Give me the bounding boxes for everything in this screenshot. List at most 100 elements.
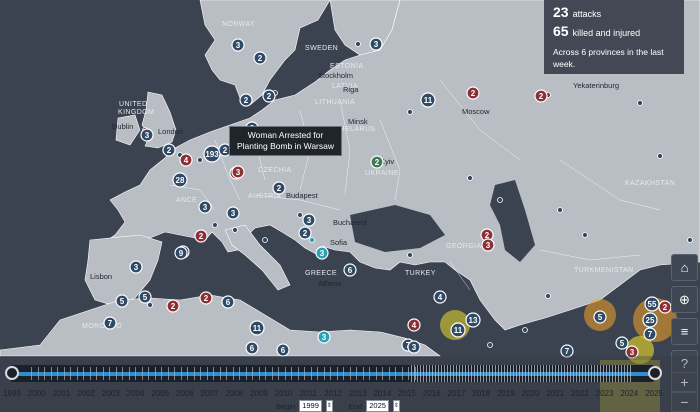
timeline-year[interactable]: 2024 [620, 389, 638, 398]
incident-marker[interactable]: 3 [231, 38, 245, 52]
incident-marker[interactable]: 7 [103, 316, 117, 330]
incident-marker[interactable]: 3 [481, 238, 495, 252]
incident-marker[interactable]: 6 [221, 295, 235, 309]
incident-marker[interactable]: 3 [129, 260, 143, 274]
incident-marker[interactable]: 5 [593, 310, 607, 324]
timeline-tick [310, 367, 312, 380]
marker-count: 3 [412, 343, 417, 352]
incident-marker[interactable]: 2 [298, 226, 312, 240]
timeline-year[interactable]: 2005 [151, 389, 169, 398]
timeline-year[interactable]: 2019 [497, 389, 515, 398]
incident-marker[interactable]: 3 [198, 200, 212, 214]
incident-marker[interactable]: 2 [466, 86, 480, 100]
timeline-year[interactable]: 2013 [349, 389, 367, 398]
incident-marker[interactable]: 2 [658, 300, 672, 314]
incident-marker[interactable]: 13 [465, 312, 481, 328]
incident-marker[interactable]: 2 [253, 51, 267, 65]
incident-marker[interactable]: 2 [166, 299, 180, 313]
incident-marker[interactable]: 193 [203, 145, 221, 163]
timeline-year[interactable]: 2000 [28, 389, 46, 398]
timeline-year[interactable]: 2023 [596, 389, 614, 398]
incident-marker[interactable]: 6 [343, 263, 357, 277]
marker-count: 11 [253, 324, 262, 333]
timeline-year[interactable]: 2020 [522, 389, 540, 398]
timeline-year[interactable]: 2003 [102, 389, 120, 398]
menu-icon[interactable]: ≡ [671, 318, 698, 345]
incident-marker[interactable]: 2 [534, 89, 548, 103]
incident-marker[interactable]: 55 [644, 296, 660, 312]
timeline-track[interactable] [11, 365, 654, 382]
timeline-end-handle[interactable] [648, 366, 662, 380]
incident-marker[interactable]: 3 [226, 206, 240, 220]
marker-count: 2 [223, 146, 228, 155]
incident-marker[interactable]: 2 [272, 181, 286, 195]
incident-marker[interactable]: 3 [315, 246, 329, 260]
incident-marker[interactable]: 5 [115, 294, 129, 308]
timeline-year[interactable]: 2002 [77, 389, 95, 398]
timeline-year[interactable]: 2025 [645, 389, 663, 398]
timeline-year[interactable]: 2009 [250, 389, 268, 398]
label-norway: NORWAY [222, 21, 255, 28]
timeline-tick [109, 367, 110, 380]
home-icon[interactable]: ⌂ [671, 254, 698, 281]
timeline-year[interactable]: 2016 [423, 389, 441, 398]
incident-marker[interactable]: 3 [140, 128, 154, 142]
timeline-year[interactable]: 2001 [52, 389, 70, 398]
incident-marker[interactable]: 11 [450, 322, 466, 338]
begin-input[interactable]: 1999 [299, 400, 322, 412]
incident-marker[interactable]: 6 [245, 341, 259, 355]
timeline-year[interactable]: 2015 [398, 389, 416, 398]
incident-marker[interactable]: 2 [162, 143, 176, 157]
timeline-year[interactable]: 2004 [127, 389, 145, 398]
timeline-year[interactable]: 2007 [201, 389, 219, 398]
timeline-year[interactable]: 2008 [225, 389, 243, 398]
timeline-year[interactable]: 2011 [300, 389, 317, 398]
begin-spinner[interactable]: ⇕ [325, 400, 333, 412]
timeline-year[interactable]: 2012 [324, 389, 342, 398]
incident-marker[interactable]: 3 [231, 165, 245, 179]
incident-marker[interactable]: 4 [407, 318, 421, 332]
incident-marker[interactable]: 2 [370, 155, 384, 169]
incident-marker[interactable]: 25 [642, 312, 658, 328]
incident-marker[interactable]: 2 [262, 89, 276, 103]
label-kingdom: KINGDOM [118, 109, 154, 116]
timeline-tick [375, 367, 377, 380]
timeline-year[interactable]: 2017 [448, 389, 466, 398]
marker-count: 3 [236, 41, 241, 50]
crosshair-icon[interactable]: ⊕ [671, 286, 698, 313]
timeline-year[interactable]: 2018 [472, 389, 490, 398]
timeline-year[interactable]: 1999 [3, 389, 21, 398]
incident-marker[interactable]: 5 [615, 336, 629, 350]
incident-marker[interactable]: 2 [199, 291, 213, 305]
incident-marker[interactable]: 6 [276, 343, 290, 357]
timeline-year[interactable]: 2010 [275, 389, 293, 398]
incident-marker[interactable]: 2 [239, 93, 253, 107]
timeline-year[interactable]: 2006 [176, 389, 194, 398]
end-input[interactable]: 2025 [366, 400, 389, 412]
incident-marker[interactable]: 3 [369, 37, 383, 51]
timeline-year[interactable]: 2021 [546, 389, 564, 398]
timeline-tick [89, 367, 91, 380]
incident-marker[interactable]: 2 [194, 229, 208, 243]
incident-marker[interactable]: 3 [317, 330, 331, 344]
marker-count: 6 [348, 266, 353, 275]
marker-count: 7 [565, 347, 570, 356]
incident-marker[interactable]: 11 [420, 92, 436, 108]
timeline-year[interactable]: 2014 [373, 389, 391, 398]
incident-marker[interactable]: 3 [302, 213, 316, 227]
incident-marker[interactable]: 28 [172, 172, 188, 188]
timeline-tick [96, 367, 97, 380]
incident-marker[interactable]: 11 [249, 320, 265, 336]
incident-marker[interactable]: 5 [138, 290, 152, 304]
end-spinner[interactable]: ⇕ [392, 400, 400, 412]
marker-count: 25 [646, 316, 655, 325]
timeline-tick [362, 367, 364, 380]
timeline-year[interactable]: 2022 [571, 389, 589, 398]
incident-marker[interactable]: 3 [407, 340, 421, 354]
incident-marker[interactable]: 7 [643, 327, 657, 341]
timeline-start-handle[interactable] [5, 366, 19, 380]
incident-marker[interactable]: 4 [433, 290, 447, 304]
incident-marker[interactable]: 4 [179, 153, 193, 167]
begin-label: Begin [276, 401, 296, 411]
incident-marker[interactable]: 9 [174, 246, 188, 260]
